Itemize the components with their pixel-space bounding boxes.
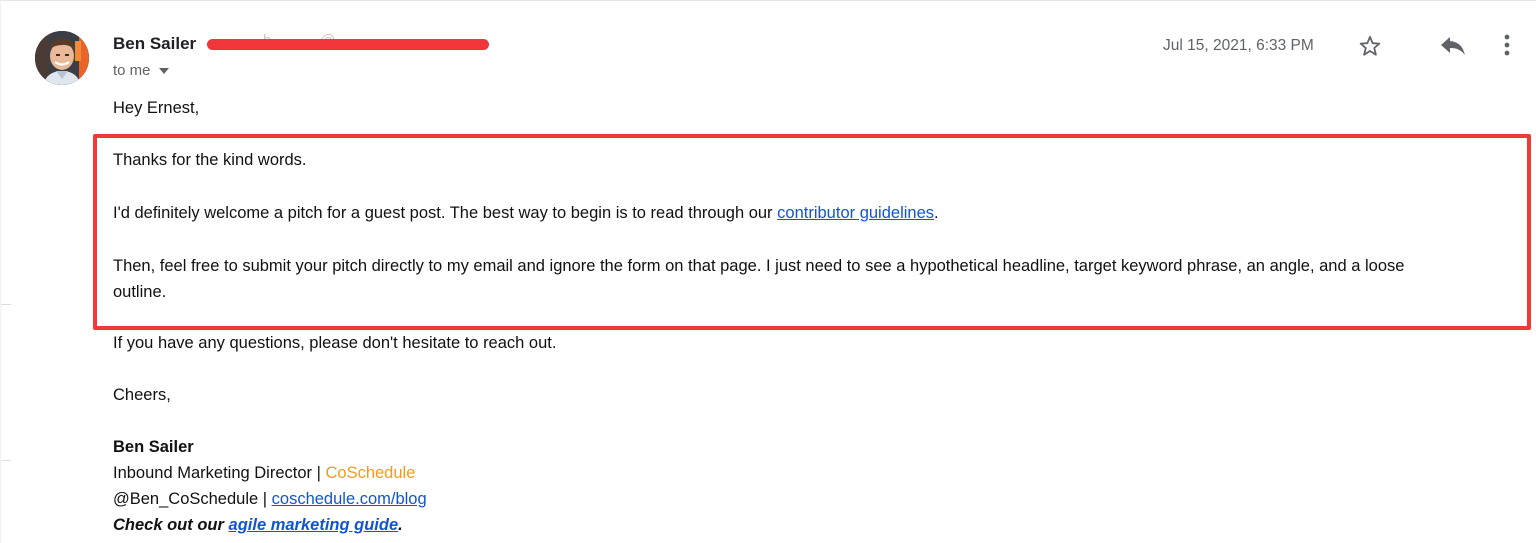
- paragraph-instructions-line2: outline.: [113, 283, 167, 301]
- signature-handle-text: @Ben_CoSchedule |: [113, 490, 272, 508]
- closing: Cheers,: [113, 386, 171, 404]
- signature-company: CoSchedule: [325, 464, 416, 482]
- divider: [1, 460, 11, 461]
- paragraph-pitch-end: .: [934, 204, 939, 222]
- caret-down-icon: [158, 67, 169, 74]
- signature-cta-end: .: [398, 516, 403, 534]
- signature-title-text: Inbound Marketing Director |: [113, 464, 326, 482]
- signature-handle: @Ben_CoSchedule | coschedule.com/blog: [113, 490, 427, 509]
- more-options-button[interactable]: [1497, 32, 1517, 58]
- signature-name: Ben Sailer: [113, 438, 194, 456]
- signature-cta: Check out our agile marketing guide.: [113, 516, 403, 535]
- more-vertical-icon: [1504, 34, 1510, 56]
- paragraph-pitch-text: I'd definitely welcome a pitch for a gue…: [113, 204, 778, 222]
- paragraph-pitch: I'd definitely welcome a pitch for a gue…: [113, 204, 939, 223]
- paragraph-questions: If you have any questions, please don't …: [113, 334, 557, 352]
- avatar-photo: [35, 31, 89, 85]
- signature-cta-text: Check out our: [113, 516, 229, 534]
- highlight-annotation: [93, 134, 1531, 330]
- paragraph-thanks: Thanks for the kind words.: [113, 151, 307, 169]
- message-date: Jul 15, 2021, 6:33 PM: [1163, 37, 1314, 54]
- reply-button[interactable]: [1439, 33, 1467, 59]
- star-button[interactable]: [1357, 33, 1383, 59]
- greeting: Hey Ernest,: [113, 99, 200, 117]
- agile-marketing-guide-link[interactable]: agile marketing guide: [229, 516, 399, 534]
- email-message: Ben Sailer b········@·········· to me Ju…: [0, 0, 1536, 543]
- recipient-label: to me: [113, 62, 151, 79]
- sender-name[interactable]: Ben Sailer: [113, 34, 196, 54]
- star-icon: [1359, 35, 1381, 56]
- contributor-guidelines-link[interactable]: contributor guidelines: [777, 204, 934, 222]
- reply-icon: [1441, 37, 1465, 55]
- divider: [1, 304, 11, 305]
- recipient-details-toggle[interactable]: to me: [113, 62, 169, 79]
- signature-title: Inbound Marketing Director | CoSchedule: [113, 464, 415, 483]
- paragraph-instructions-line1: Then, feel free to submit your pitch dir…: [113, 257, 1405, 275]
- blog-link[interactable]: coschedule.com/blog: [272, 490, 427, 508]
- redaction-mark: [207, 39, 489, 50]
- sender-avatar[interactable]: [35, 31, 89, 85]
